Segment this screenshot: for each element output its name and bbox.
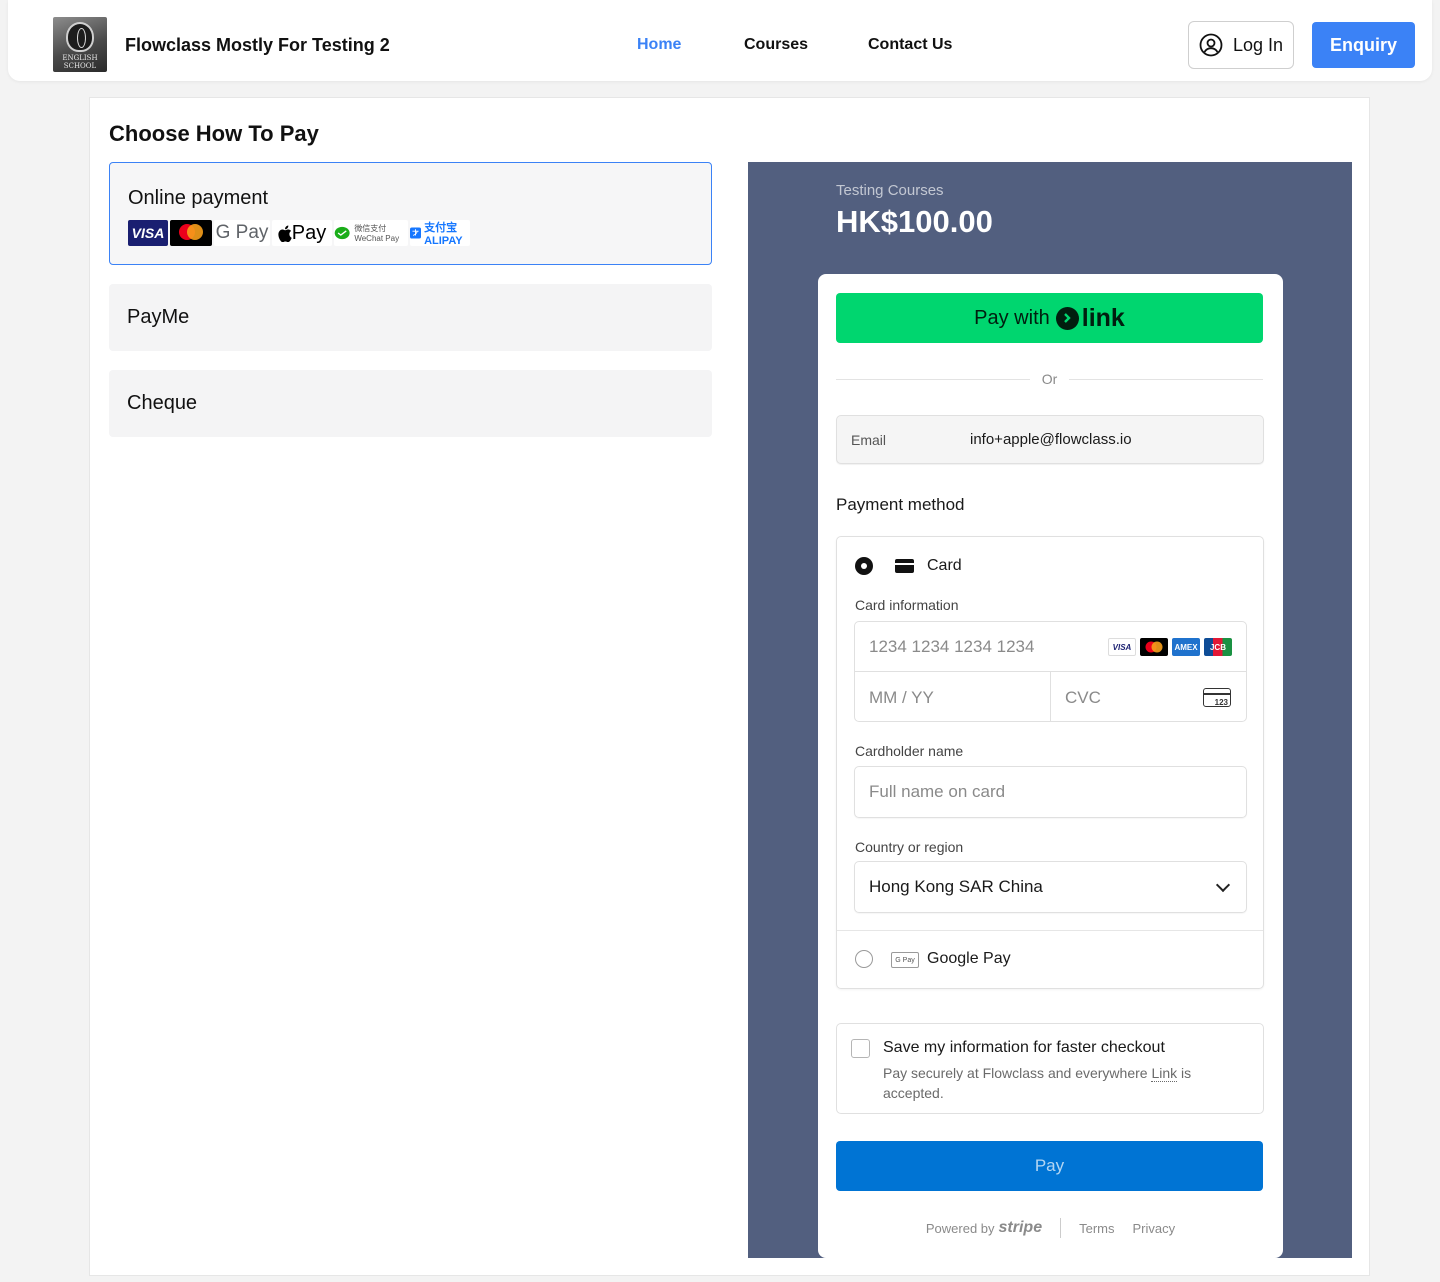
option-cheque[interactable]: Cheque [109,370,712,437]
nav-home[interactable]: Home [637,36,681,54]
site-header: ENGLISH SCHOOL Flowclass Mostly For Test… [8,0,1432,81]
expiry-input[interactable]: MM / YY [855,672,1050,722]
link-arrow-icon [1055,306,1079,330]
page-title: Choose How To Pay [109,121,319,146]
save-info-description: Pay securely at Flowclass and everywhere… [883,1065,1192,1101]
amex-icon: AMEX [1172,638,1200,656]
wechat-pay-text: 微信支付 WeChat Pay [354,224,400,243]
cvc-input[interactable]: CVC [1051,672,1247,722]
email-field[interactable]: Email info+apple@flowclass.io [836,415,1264,464]
pay-with-link-button[interactable]: Pay with link [836,293,1263,343]
mastercard-logo-icon [170,220,212,246]
visa-icon: VISA [1108,638,1136,656]
card-brands: VISA AMEX JCB [1108,638,1232,656]
google-pay-icon: G Pay [891,952,919,968]
cardholder-placeholder: Full name on card [869,782,1006,801]
course-name: Testing Courses [836,182,944,199]
or-text: Or [1041,371,1058,387]
pay-button[interactable]: Pay [836,1141,1263,1191]
stripe-footer: Powered by stripe Terms Privacy [818,1218,1283,1238]
login-label: Log In [1232,34,1284,55]
alipay-logo-icon: 支付宝 ALIPAY [410,220,470,247]
expiry-placeholder: MM / YY [869,688,934,707]
option-label: Cheque [127,392,198,414]
card-method-label[interactable]: Card [927,557,962,575]
payment-method-title: Payment method [836,495,965,514]
card-information-label: Card information [855,597,959,613]
terms-link[interactable]: Terms [1079,1221,1114,1236]
country-value: Hong Kong SAR China [869,877,1043,896]
card-number-placeholder: 1234 1234 1234 1234 [869,637,1035,656]
visa-logo-icon: VISA [128,220,168,246]
apple-emblem-icon [66,22,94,52]
mastercard-icon [1140,638,1168,656]
cvc-placeholder: CVC [1065,688,1101,707]
chevron-down-icon [1215,877,1231,893]
checkout-form: Pay with link Or Email info+apple@flowcl… [818,274,1283,1258]
stripe-logo[interactable]: stripe [999,1219,1043,1237]
nav-contact-us[interactable]: Contact Us [868,36,952,54]
link-button-prefix: Pay with [974,306,1050,329]
card-information-group: 1234 1234 1234 1234 VISA AMEX JCB MM / Y [854,621,1247,722]
option-payme[interactable]: PayMe [109,284,712,351]
payment-page: Choose How To Pay Online payment VISA G … [89,97,1370,1276]
country-select[interactable]: Hong Kong SAR China [854,861,1247,913]
apple-pay-logo-icon: Pay [272,220,332,246]
amount-total: HK$100.00 [836,204,993,239]
logo-text: ENGLISH SCHOOL [62,54,98,70]
link-info-link[interactable]: Link [1151,1065,1178,1082]
or-divider: Or [836,371,1263,387]
powered-by-text: Powered by [925,1220,995,1236]
option-label: Online payment [128,187,269,209]
login-button[interactable]: Log In [1188,21,1294,69]
google-pay-label[interactable]: Google Pay [927,950,1011,968]
stripe-checkout-panel: Testing Courses HK$100.00 Pay with link … [748,162,1352,1258]
google-pay-radio[interactable] [855,950,873,968]
site-title[interactable]: Flowclass Mostly For Testing 2 [125,35,390,56]
email-value: info+apple@flowclass.io [970,431,1132,448]
nav-courses[interactable]: Courses [744,36,808,54]
privacy-link[interactable]: Privacy [1133,1221,1176,1236]
alipay-text: 支付宝 ALIPAY [424,222,463,247]
apple-pay-text: Pay [291,221,327,244]
save-info-box: Save my information for faster checkout … [836,1023,1264,1114]
link-brand-text: link [1081,303,1125,332]
email-label: Email [851,432,887,448]
card-number-input[interactable]: 1234 1234 1234 1234 VISA AMEX JCB [855,622,1246,672]
enquiry-button[interactable]: Enquiry [1312,22,1415,68]
wechat-pay-logo-icon: 微信支付 WeChat Pay [334,220,408,246]
save-info-checkbox[interactable] [851,1039,870,1058]
link-brand: link [1055,303,1125,333]
cardholder-name-label: Cardholder name [855,743,964,759]
school-logo[interactable]: ENGLISH SCHOOL [53,17,107,72]
user-circle-icon [1199,33,1223,57]
payment-logos: VISA G Pay Pay 微信支付 WeChat Pay 支付宝 ALIPA… [128,220,470,247]
save-info-title[interactable]: Save my information for faster checkout [883,1039,1165,1057]
cardholder-name-input[interactable]: Full name on card [854,766,1247,818]
google-pay-logo-icon: G Pay [214,220,270,246]
option-online-payment[interactable]: Online payment VISA G Pay Pay 微信支付 WeCha… [109,162,712,265]
card-radio[interactable] [855,557,873,575]
country-label: Country or region [855,839,964,855]
cvc-card-icon [1203,688,1231,707]
payment-method-box: Card Card information 1234 1234 1234 123… [836,536,1264,989]
jcb-icon: JCB [1204,638,1232,656]
credit-card-icon [895,559,914,573]
apple-icon [278,225,292,242]
option-label: PayMe [127,306,190,328]
